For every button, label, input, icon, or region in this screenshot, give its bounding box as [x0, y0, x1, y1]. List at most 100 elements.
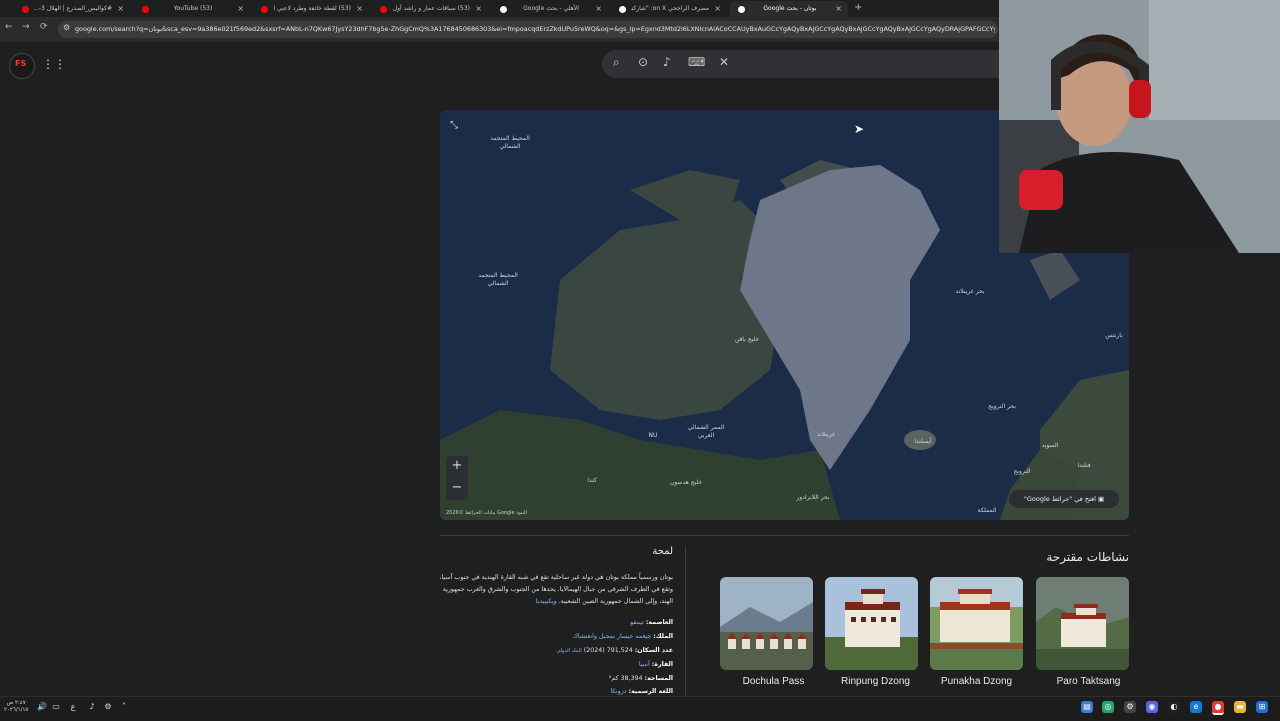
file-explorer-icon[interactable]: ▬	[1234, 701, 1246, 713]
edge-icon[interactable]: e	[1190, 701, 1202, 713]
activity-label[interactable]: Rinpung Dzong	[829, 676, 922, 687]
clock-time: ٢:٤٧ ص	[6, 700, 26, 706]
tab-2[interactable]: (53) YouTube ×	[134, 1, 250, 17]
language-indicator[interactable]: ع	[67, 701, 79, 713]
map-label: المحيط المتجمد الشمالي	[490, 135, 530, 150]
map-label: غرينلاند	[816, 431, 836, 438]
close-tab-icon[interactable]: ×	[356, 1, 363, 17]
activity-label[interactable]: Dochula Pass	[727, 676, 820, 687]
fact-value: 38,394 كم²	[608, 675, 643, 682]
keyboard-icon[interactable]: ⌨	[688, 55, 705, 69]
activity-card-rinpung[interactable]	[825, 577, 918, 670]
tab-1[interactable]: #كواليس_الصدرع | الهلال 3-... ×	[14, 1, 130, 17]
wikipedia-link[interactable]: ويكيبيديا	[536, 598, 557, 605]
close-tab-icon[interactable]: ×	[595, 1, 602, 17]
activity-label[interactable]: Punakha Dzong	[930, 676, 1023, 687]
url-text[interactable]: google.com/search?q=بوتان&sca_esv=9a386e…	[75, 21, 995, 38]
youtube-icon	[142, 6, 149, 13]
x-icon	[619, 6, 626, 13]
streamer-video	[999, 0, 1280, 253]
tab-3[interactable]: (53) لقطة خاتفة وطرد لاعبي الت... ×	[253, 1, 369, 17]
fact-source-link[interactable]: البنك الدولي	[556, 648, 581, 654]
address-bar[interactable]: ⚙ google.com/search?q=بوتان&sca_esv=9a38…	[58, 21, 998, 38]
profile-avatar[interactable]: FS	[9, 53, 35, 79]
tab-6[interactable]: مصرف الراجحي on X: "شاركنا لحـ... ×	[611, 1, 727, 17]
overview-text: بوتان ورسمياً مملكة بوتان هي دولة غير سا…	[439, 574, 673, 605]
tab-7-active[interactable]: بوتان - بحث Google ×	[730, 1, 848, 17]
fact-value[interactable]: تيمفو	[630, 619, 644, 626]
fact-value[interactable]: دزونكا	[611, 688, 627, 695]
fact-value[interactable]: جيغمه خيسار نمجيل وانغتشاك	[573, 633, 652, 640]
settings-icon[interactable]: ⚙	[1124, 701, 1136, 713]
map-label: الممر الشمالي الغربي	[687, 424, 725, 439]
clock-date: ٢٠٢٦/١/١٥	[4, 707, 29, 713]
fact-value[interactable]: آسيا	[639, 661, 650, 668]
forward-button[interactable]: →	[22, 22, 30, 32]
fact-label: المساحة:	[644, 675, 673, 682]
zoom-in-button[interactable]: +	[446, 456, 468, 478]
show-hidden-icons-icon[interactable]: ˄	[118, 701, 130, 713]
fact-label: القارة:	[651, 661, 673, 668]
discord-icon[interactable]: ◉	[1146, 701, 1158, 713]
lens-icon[interactable]: ⊙	[638, 55, 648, 69]
map-label: آيسلندا	[914, 438, 932, 445]
close-icon[interactable]: ✕	[719, 55, 729, 69]
fact-population: عدد السكان: 791,524 (2024) البنك الدولي	[436, 647, 673, 654]
close-tab-icon[interactable]: ×	[475, 1, 482, 17]
app-icon-1[interactable]: ▤	[1081, 701, 1093, 713]
map-zoom-controls: + −	[446, 456, 468, 500]
avatar-text: FS	[15, 59, 27, 68]
map-label: السويد	[1041, 442, 1059, 449]
fact-capital: العاصمة: تيمفو	[436, 619, 673, 626]
mic-icon[interactable]: ♪	[663, 55, 671, 69]
tab-4[interactable]: (53) سباقات عمار و راشد أول مرة... ×	[372, 1, 488, 17]
section-divider	[440, 535, 1129, 536]
apps-grid-icon[interactable]: ⋮⋮	[42, 57, 66, 71]
new-tab-button[interactable]: +	[854, 1, 862, 15]
close-tab-icon[interactable]: ×	[117, 1, 124, 17]
taskbar: ٢:٤٧ ص ٢٠٢٦/١/١٥ 🔊 ▭ ع ♪ ⚙ ˄ ▤ ◎ ⚙ ◉ ◐ e…	[0, 696, 1280, 721]
activity-card-punakha[interactable]	[930, 577, 1023, 670]
youtube-icon	[22, 6, 29, 13]
google-icon	[738, 6, 745, 13]
open-in-maps-button[interactable]: ▣ افتح في "خرائط Google"	[1009, 490, 1119, 508]
activity-card-dochula[interactable]	[720, 577, 813, 670]
mic-tray-icon[interactable]: ♪	[86, 701, 98, 713]
zoom-out-button[interactable]: −	[446, 478, 468, 500]
app-icon-2[interactable]: ◎	[1102, 701, 1114, 713]
tab-5[interactable]: الأهلي - بحث Google ×	[492, 1, 608, 17]
fact-label: الملك:	[653, 633, 673, 640]
map-label: خليج هدسون	[669, 479, 703, 486]
app-tray-icon[interactable]: ⚙	[102, 701, 114, 713]
tab-title: مصرف الراجحي on X: "شاركنا لحـ...	[631, 5, 709, 12]
map-label: NU	[648, 432, 658, 439]
fact-label: عدد السكان:	[634, 647, 673, 654]
overview-title: لمحة	[652, 546, 673, 557]
overview-description: بوتان ورسمياً مملكة بوتان هي دولة غير سا…	[436, 572, 673, 608]
close-tab-icon[interactable]: ×	[835, 1, 842, 17]
notification-icon[interactable]: ▭	[50, 701, 62, 713]
close-tab-icon[interactable]: ×	[714, 1, 721, 17]
site-info-icon[interactable]: ⚙	[63, 23, 70, 32]
search-icon[interactable]: ⌕	[613, 55, 620, 70]
map-label: المحيط المتجمد الشمالي	[478, 272, 518, 287]
volume-icon[interactable]: 🔊	[36, 701, 48, 713]
activity-card-paro[interactable]	[1036, 577, 1129, 670]
chrome-icon[interactable]: ●	[1212, 701, 1224, 715]
reload-button[interactable]: ⟳	[40, 22, 48, 32]
back-button[interactable]: ←	[5, 22, 13, 32]
fact-value: 791,524 (2024)	[583, 647, 633, 654]
map-attribution[interactable]: بيانات الخرائط ©2026 Google البنود	[446, 510, 527, 516]
activity-label[interactable]: Paro Taktsang	[1042, 676, 1135, 687]
tab-title: (53) لقطة خاتفة وطرد لاعبي الت...	[273, 5, 351, 12]
punakha-dzong-image	[930, 577, 1023, 670]
search-bar[interactable]: ⌕ ⊙ ♪ ⌨ ✕	[602, 50, 1012, 78]
start-menu-icon[interactable]: ⊞	[1256, 701, 1268, 713]
clock[interactable]: ٢:٤٧ ص ٢٠٢٦/١/١٥	[4, 700, 28, 714]
collapse-map-icon[interactable]: ⤡	[450, 120, 464, 134]
map-label: خليج بافن	[734, 336, 760, 343]
map-label: بحر غرينلاند	[955, 288, 985, 295]
obs-icon[interactable]: ◐	[1168, 701, 1180, 713]
open-in-maps-label: افتح في "خرائط Google"	[1023, 495, 1096, 503]
close-tab-icon[interactable]: ×	[237, 1, 244, 17]
